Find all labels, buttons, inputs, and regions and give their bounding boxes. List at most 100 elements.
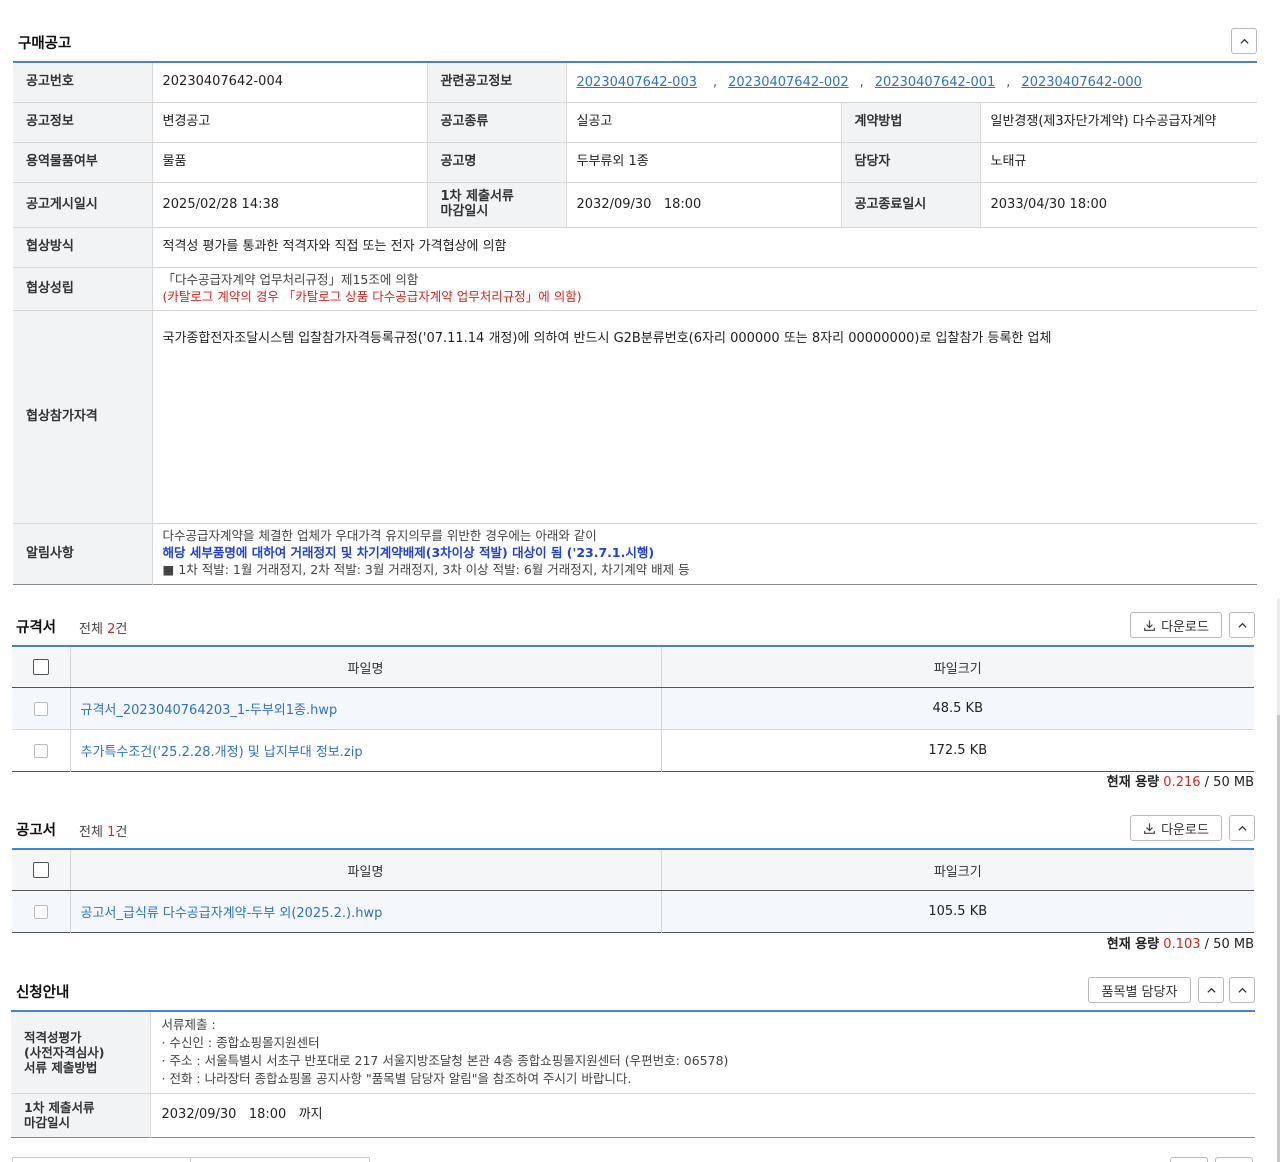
- file-link[interactable]: 규격서_2023040764203_1-두부외1종.hwp: [70, 687, 662, 730]
- goods-type-value: 물품: [152, 142, 428, 183]
- first-deadline-label-line1: 1차 제출서류: [440, 189, 514, 205]
- qualification-label: 협상참가자격: [13, 310, 153, 524]
- notice-doc-download-label: 다운로드: [1161, 822, 1209, 838]
- notice-doc-select-all-cell: [12, 849, 71, 891]
- bottom-tab-divider: [190, 1157, 191, 1162]
- negotiation-establish-value: 「다수공급자계약 업무처리규정」제15조에 의함 (카탈로그 계약의 경우 「카…: [152, 267, 1258, 311]
- spec-usage: 현재 용량 0.216 / 50 MB: [1107, 771, 1254, 790]
- notice-doc-usage-label: 현재 용량: [1106, 937, 1160, 952]
- application-section-title: 신청안내: [16, 985, 70, 1001]
- row-checkbox[interactable]: [33, 904, 48, 919]
- spec-count-prefix: 전체: [79, 622, 108, 637]
- spec-section-title: 규격서: [16, 620, 57, 636]
- contract-method-label: 계약방법: [841, 102, 981, 143]
- spec-usage-total: / 50: [1204, 775, 1230, 790]
- spec-file-table: 파일명 파일크기 규격서_2023040764203_1-두부외1종.hwp 4…: [12, 645, 1254, 772]
- download-icon: [1144, 619, 1156, 631]
- chevron-up-icon: [1237, 622, 1247, 628]
- application-guide-table: 적격성평가 (사전자격심사) 서류 제출방법 서류제출 : · 수신인 : 종합…: [11, 1010, 1255, 1138]
- notice-info-value: 변경공고: [152, 102, 428, 143]
- notice-doc-usage-value: 0.103: [1163, 937, 1201, 952]
- negotiation-method-label: 협상방식: [13, 227, 153, 268]
- collapse-spec-button[interactable]: [1229, 612, 1255, 638]
- chevron-up-icon: [1206, 987, 1216, 993]
- notice-name-value: 두부류외 1종: [566, 142, 842, 183]
- related-notice-link[interactable]: 20230407642-002: [728, 75, 849, 90]
- notice-doc-usage: 현재 용량 0.103 / 50 MB: [1107, 933, 1254, 952]
- notice-doc-select-all-checkbox[interactable]: [32, 862, 49, 878]
- spec-file-count: 전체 2건: [79, 618, 127, 637]
- notice-alert-line1: 다수공급자계약을 체결한 업체가 우대가격 유지의무를 위반한 경우에는 아래와…: [162, 528, 597, 544]
- bottom-tab-group[interactable]: [12, 1157, 370, 1162]
- first-deadline-value: 2032/09/30 18:00: [566, 182, 842, 228]
- notice-doc-download-button[interactable]: 다운로드: [1130, 815, 1222, 841]
- table-row: 규격서_2023040764203_1-두부외1종.hwp 48.5 KB: [12, 687, 1254, 730]
- submission-method-label: 적격성평가 (사전자격심사) 서류 제출방법: [11, 1011, 151, 1094]
- notice-name-label: 공고명: [427, 142, 567, 183]
- notice-doc-usage-total: / 50: [1204, 937, 1230, 952]
- row-checkbox-cell: [12, 687, 71, 730]
- spec-download-button[interactable]: 다운로드: [1130, 612, 1222, 638]
- first-deadline-label-line2: 마감일시: [440, 203, 489, 219]
- submission-line: · 수신인 : 종합쇼핑몰지원센터: [161, 1035, 320, 1051]
- negotiation-establish-line1: 「다수공급자계약 업무처리규정」제15조에 의함: [162, 271, 419, 287]
- notice-type-value: 실공고: [566, 102, 842, 143]
- file-size: 105.5 KB: [661, 890, 1254, 933]
- spec-select-all-checkbox[interactable]: [32, 659, 49, 675]
- collapse-up-button[interactable]: [1198, 977, 1224, 1003]
- application-deadline-label-line2: 마감일시: [24, 1115, 71, 1130]
- contract-method-value: 일반경쟁(제3자단가계약) 다수공급자계약: [980, 102, 1258, 143]
- bottom-button[interactable]: [1215, 1157, 1253, 1162]
- notice-alert-label: 알림사항: [13, 523, 153, 584]
- related-notice-link[interactable]: 20230407642-001: [875, 75, 996, 90]
- related-notice-link[interactable]: 20230407642-000: [1021, 75, 1142, 90]
- file-link[interactable]: 추가특수조건('25.2.28.개정) 및 납지부대 정보.zip: [70, 729, 662, 772]
- collapse-purchase-notice-button[interactable]: [1231, 28, 1257, 54]
- related-notice-label: 관련공고정보: [427, 62, 567, 103]
- notice-alert-value: 다수공급자계약을 체결한 업체가 우대가격 유지의무를 위반한 경우에는 아래와…: [152, 523, 1257, 584]
- item-manager-button[interactable]: 품목별 담당자: [1088, 977, 1191, 1003]
- row-checkbox-cell: [12, 890, 71, 933]
- application-deadline-value: 2032/09/30 18:00 까지: [150, 1093, 1255, 1137]
- first-deadline-label: 1차 제출서류 마감일시: [427, 182, 567, 228]
- notice-doc-section-title: 공고서: [16, 823, 57, 839]
- submission-line: · 주소 : 서울특별시 서초구 반포대로 217 서울지방조달청 본관 4층 …: [161, 1053, 729, 1069]
- submission-method-label-line2: (사전자격심사): [24, 1044, 105, 1060]
- collapse-notice-doc-button[interactable]: [1229, 815, 1255, 841]
- notice-doc-col-filesize: 파일크기: [661, 849, 1254, 891]
- spec-count-suffix: 건: [115, 622, 128, 637]
- file-size: 48.5 KB: [661, 687, 1254, 730]
- spec-col-filesize: 파일크기: [661, 646, 1254, 688]
- notice-alert-line2: 해당 세부품명에 대하여 거래정지 및 차기계약배제(3차이상 적발) 대상이 …: [162, 545, 655, 561]
- submission-line: 서류제출 :: [161, 1017, 216, 1032]
- spec-col-filename: 파일명: [70, 646, 662, 688]
- spec-select-all-cell: [12, 646, 71, 688]
- purchase-notice-table: 공고번호 20230407642-004 관련공고정보 20230407642-…: [13, 61, 1258, 585]
- end-date-label: 공고종료일시: [841, 182, 981, 228]
- bottom-button[interactable]: [1170, 1157, 1208, 1162]
- chevron-up-icon: [1237, 825, 1247, 831]
- related-sep: ,: [1006, 75, 1011, 90]
- related-sep: ,: [859, 75, 864, 90]
- file-link[interactable]: 공고서_급식류 다수공급자계약-두부 외(2025.2.).hwp: [70, 890, 662, 933]
- table-row: 추가특수조건('25.2.28.개정) 및 납지부대 정보.zip 172.5 …: [12, 729, 1254, 772]
- file-size: 172.5 KB: [928, 743, 988, 758]
- submission-method-label-line1: 적격성평가: [24, 1029, 82, 1045]
- spec-usage-label: 현재 용량: [1106, 775, 1160, 790]
- collapse-application-button[interactable]: [1229, 977, 1255, 1003]
- row-checkbox[interactable]: [33, 701, 48, 716]
- related-notice-link[interactable]: 20230407642-003: [577, 75, 698, 90]
- notice-alert-line3: ■ 1차 적발: 1월 거래정지, 2차 적발: 3월 거래정지, 3차 이상 …: [162, 561, 690, 577]
- notice-doc-usage-unit: MB: [1233, 937, 1254, 952]
- item-manager-label: 품목별 담당자: [1101, 984, 1178, 1000]
- negotiation-establish-line2: (카탈로그 계약의 경우 「카탈로그 상품 다수공급자계약 업무처리규정」에 의…: [162, 288, 582, 304]
- related-notice-links: 20230407642-003, 20230407642-002, 20230407…: [566, 62, 1258, 103]
- row-checkbox[interactable]: [33, 743, 48, 758]
- posted-date-label: 공고게시일시: [13, 182, 153, 228]
- related-sep: ,: [713, 75, 718, 90]
- notice-doc-count-prefix: 전체: [79, 825, 108, 840]
- negotiation-method-value: 적격성 평가를 통과한 적격자와 직접 또는 전자 가격협상에 의함: [152, 227, 1258, 268]
- application-deadline-label-line1: 1차 제출서류: [24, 1100, 95, 1115]
- end-date-value: 2033/04/30 18:00: [980, 182, 1258, 228]
- notice-no-value: 20230407642-004: [152, 62, 428, 103]
